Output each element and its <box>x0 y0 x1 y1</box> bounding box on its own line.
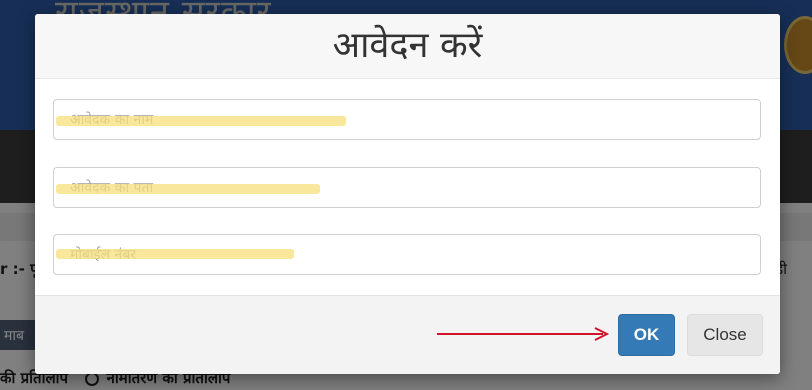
dialog-title: आवेदन करें <box>332 25 483 66</box>
dialog-header: आवेदन करें <box>35 14 780 79</box>
applicant-address-field[interactable] <box>53 167 761 208</box>
applicant-name-field[interactable] <box>53 99 761 140</box>
arrow-right-icon <box>437 327 610 341</box>
dialog-body <box>35 79 780 295</box>
applicant-name-input[interactable] <box>54 100 760 139</box>
applicant-address-input[interactable] <box>54 168 760 207</box>
close-button[interactable]: Close <box>687 314 763 356</box>
mobile-number-input[interactable] <box>54 235 760 274</box>
ok-button[interactable]: OK <box>618 314 675 356</box>
apply-dialog: आवेदन करें OK Close <box>35 14 780 374</box>
mobile-number-field[interactable] <box>53 234 761 275</box>
